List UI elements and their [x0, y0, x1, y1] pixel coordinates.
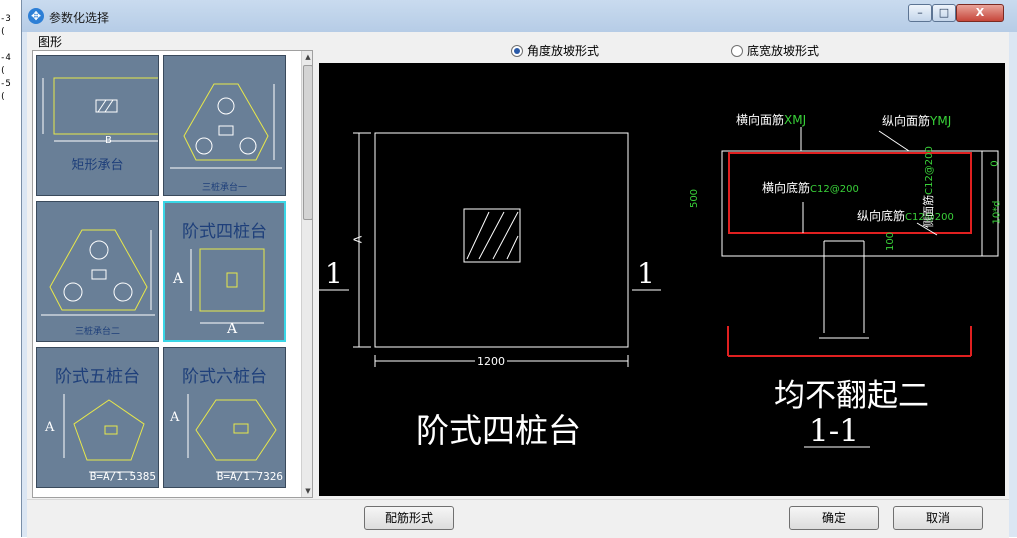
footer-bar: 配筋形式 确定 取消 [27, 499, 1009, 538]
bg-line: ( [0, 92, 6, 102]
section-outline [721, 150, 999, 257]
background-code-fragment: -3 ( -4 ( -5 ( [0, 0, 20, 104]
minimize-button[interactable]: – [908, 4, 932, 22]
label-text: 侧面筋 [921, 194, 935, 228]
label-text: 横向底筋 [762, 181, 811, 195]
bg-line: ( [0, 66, 6, 76]
close-button[interactable]: X [956, 4, 1004, 22]
shape-tile-stepped-six-pile[interactable]: 阶式六桩台 A B=A/1.7326 [163, 347, 286, 488]
dim-a-vertical: A [173, 271, 184, 287]
stepped-four-pile-thumbnail [190, 248, 265, 324]
ratio-label: B=A/1.7326 [216, 470, 283, 483]
section-title: 1-1 [809, 413, 859, 449]
section-note: 均不翻起二 [774, 378, 929, 414]
rect-cap-thumbnail [42, 77, 158, 142]
transverse-top-label: 横向面筋XMJ [736, 111, 806, 128]
bg-line: -4 [0, 53, 11, 63]
title-bar[interactable]: ✥ 参数化选择 – □ X [22, 0, 1017, 32]
shape-caption: 矩形承台 [71, 158, 124, 173]
label-value: C12@200 [810, 184, 859, 195]
section-mark-right: 1 [637, 257, 655, 290]
cad-preview: A 1200 1 1 阶式四桩台 均不翻起二 1-1 横向面筋XMJ 纵向面筋Y… [319, 63, 1005, 496]
three-pile-2-thumbnail [41, 229, 155, 316]
bg-line: -3 [0, 14, 11, 24]
scroll-up-icon[interactable]: ▲ [302, 51, 312, 63]
stepped-five-pile-thumbnail [63, 394, 145, 473]
zero-dim: 0 [989, 160, 1001, 167]
rebar-form-button[interactable]: 配筋形式 [364, 506, 454, 530]
shapes-scrollbar[interactable]: ▲ ▼ [301, 51, 312, 497]
shape-caption: 三桩承台一 [201, 183, 247, 193]
side-rebar-label: 侧面筋C12@200 [920, 146, 936, 228]
shape-tile-stepped-five-pile[interactable]: 阶式五桩台 A B=A/1.5385 [36, 347, 159, 488]
radio-unchecked-icon[interactable] [731, 44, 743, 57]
three-pile-1-thumbnail [170, 83, 282, 169]
rect-dim-label: B [105, 135, 112, 146]
label-value: C12@200 [923, 146, 935, 195]
stepped-six-pile-thumbnail [187, 394, 277, 473]
section-mark-left: 1 [325, 257, 343, 290]
dim-a-vertical: A [170, 410, 180, 425]
bg-line: ( [0, 27, 6, 37]
cancel-button[interactable]: 取消 [893, 506, 983, 530]
dialog-window: ✥ 参数化选择 – □ X 图形 B 矩形承台 三桩承台一 三桩承台二 阶式四桩… [21, 0, 1017, 538]
label-value: YMJ [930, 114, 952, 128]
label-value: XMJ [784, 113, 807, 127]
shapes-list: B 矩形承台 三桩承台一 三桩承台二 阶式四桩台 A A 阶式五桩台 A B=A… [32, 50, 313, 498]
shapes-group-label: 图形 [36, 33, 65, 50]
dim-a-vertical: A [45, 420, 55, 435]
ok-button[interactable]: 确定 [789, 506, 879, 530]
shape-tile-stepped-four-pile[interactable]: 阶式四桩台 A A [163, 201, 286, 342]
anchor-dim: 10*d [991, 200, 1003, 225]
maximize-button[interactable]: □ [932, 4, 956, 22]
shape-tile-three-pile-1[interactable]: 三桩承台一 [163, 55, 286, 196]
label-text: 横向面筋 [736, 113, 785, 127]
scroll-thumb[interactable] [303, 65, 312, 220]
window-title: 参数化选择 [49, 11, 110, 25]
longitudinal-top-label: 纵向面筋YMJ [882, 112, 951, 129]
shape-tile-rect[interactable]: B 矩形承台 [36, 55, 159, 196]
radio-label: 角度放坡形式 [527, 44, 600, 58]
label-text: 纵向底筋 [857, 209, 906, 223]
dim-a-horizontal: A [227, 321, 238, 337]
radio-angle-slope[interactable]: 角度放坡形式 [511, 42, 599, 59]
slope-mode-radio-group: 角度放坡形式 底宽放坡形式 [317, 36, 1007, 60]
plan-outline [374, 132, 629, 348]
shape-caption: 三桩承台二 [74, 327, 120, 337]
shape-tile-three-pile-2[interactable]: 三桩承台二 [36, 201, 159, 342]
radio-label: 底宽放坡形式 [747, 44, 820, 58]
plan-height-dim: A [351, 235, 365, 244]
cover-dim: 100 [885, 231, 897, 252]
radio-width-slope[interactable]: 底宽放坡形式 [731, 42, 819, 59]
longitudinal-bottom-label: 纵向底筋C12@200 [857, 207, 954, 224]
dialog-client-area: 图形 B 矩形承台 三桩承台一 三桩承台二 阶式四桩台 A A 阶式五桩台 A … [27, 32, 1009, 499]
label-text: 纵向面筋 [882, 114, 931, 128]
transverse-bottom-label: 横向底筋C12@200 [762, 179, 859, 196]
scroll-down-icon[interactable]: ▼ [302, 485, 312, 497]
app-icon: ✥ [28, 8, 44, 24]
ratio-label: B=A/1.5385 [89, 470, 156, 483]
plan-width-dim: 1200 [475, 355, 507, 368]
radio-checked-icon[interactable] [511, 44, 523, 57]
bg-line: -5 [0, 79, 11, 89]
depth-dim: 500 [689, 188, 701, 209]
plan-title: 阶式四桩台 [416, 411, 581, 450]
